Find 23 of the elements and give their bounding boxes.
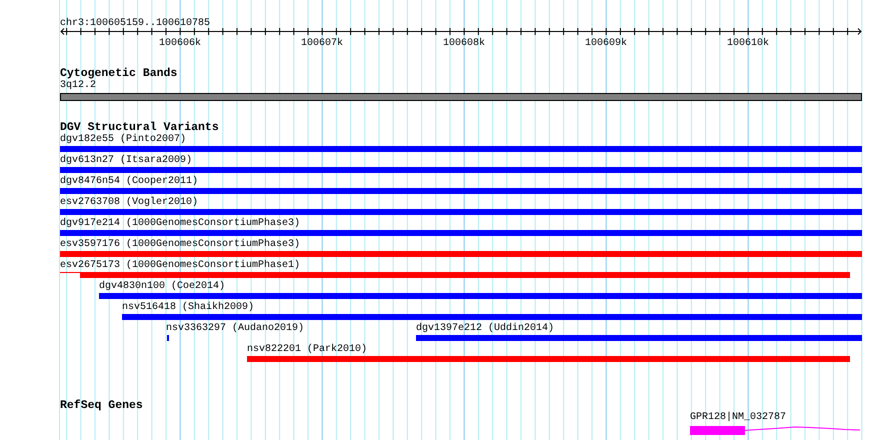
variant-label: esv2763708 (Vogler2010) (60, 197, 198, 209)
variant-label: esv2675173 (1000GenomesConsortiumPhase1) (60, 260, 300, 272)
variant-label: dgv182e55 (Pinto2007) (60, 134, 186, 146)
variant-label: dgv8476n54 (Cooper2011) (60, 176, 198, 188)
tick-label: 100607k (301, 38, 343, 49)
track-title: RefSeq Genes (60, 400, 143, 412)
region-label: chr3:100605159..100610785 (60, 18, 210, 29)
tick-label: 100606k (159, 38, 201, 49)
track-title: DGV Structural Variants (60, 122, 219, 134)
variant-label: esv3597176 (1000GenomesConsortiumPhase3) (60, 239, 300, 251)
variant-label: nsv3363297 (Audano2019) (166, 323, 304, 335)
variant-label: dgv917e214 (1000GenomesConsortiumPhase3) (60, 218, 300, 230)
variant-label: dgv4830n100 (Coe2014) (99, 281, 226, 293)
variant-label: dgv613n27 (Itsara2009) (60, 155, 192, 167)
variant-label: nsv822201 (Park2010) (247, 344, 368, 356)
tick-label: 100609k (585, 38, 627, 49)
tick-label: 100610k (727, 38, 769, 49)
band-label: 3q12.2 (60, 80, 96, 92)
variant-label: nsv516418 (Shaikh2009) (122, 302, 254, 314)
track-title: Cytogenetic Bands (60, 68, 178, 80)
tick-label: 100608k (443, 38, 485, 49)
gene-label: GPR128|NM_032787 (690, 412, 786, 424)
variant-label: dgv1397e212 (Uddin2014) (416, 323, 554, 335)
